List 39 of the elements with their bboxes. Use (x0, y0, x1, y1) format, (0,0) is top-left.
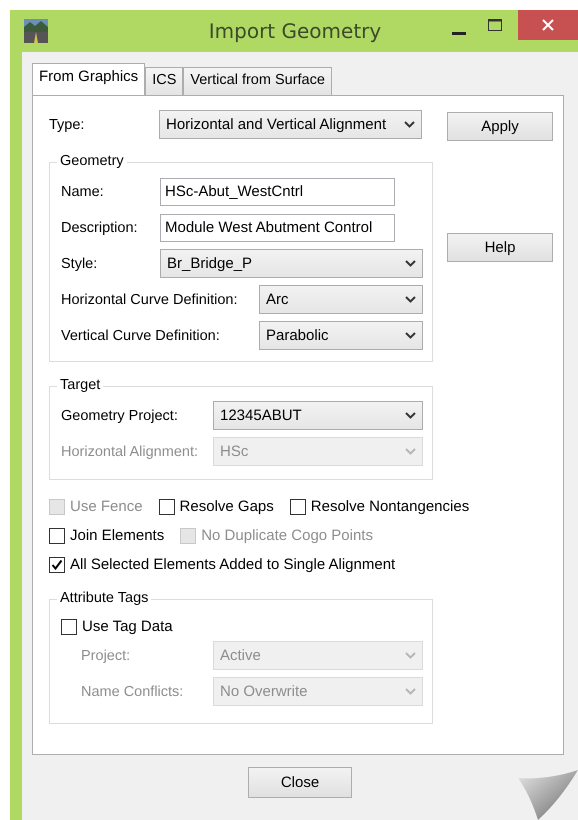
checkbox[interactable]: Resolve Gaps (158, 498, 274, 515)
window-title: Import Geometry (208, 19, 382, 43)
dropdown[interactable]: Arc (259, 285, 423, 314)
text-field[interactable]: Module West Abutment Control (160, 214, 395, 242)
group-title: Geometry (57, 153, 127, 169)
field-label: Horizontal Curve Definition: (61, 292, 238, 308)
dropdown[interactable]: Br_Bridge_P (160, 249, 423, 278)
tab[interactable]: From Graphics (32, 63, 146, 96)
maximize-icon (488, 19, 502, 31)
group-title: Attribute Tags (57, 590, 152, 606)
minimize-icon (452, 32, 466, 34)
field-label: Name Conflicts: (81, 684, 184, 700)
close-button[interactable]: Close (248, 767, 352, 798)
close-icon (542, 19, 554, 31)
help-button[interactable]: Help (447, 233, 553, 262)
road-icon (24, 19, 48, 43)
close-button[interactable] (518, 10, 578, 40)
tab[interactable]: Vertical from Surface (183, 67, 332, 95)
dropdown[interactable]: Horizontal and Vertical Alignment (159, 110, 422, 139)
checkbox[interactable]: All Selected Elements Added to Single Alignment (49, 556, 396, 573)
field-label: Description: (61, 220, 139, 236)
field-label: Name: (61, 184, 105, 200)
field-label: Project: (81, 648, 132, 664)
checkbox[interactable]: Join Elements (49, 527, 164, 544)
field-label: Horizontal Alignment: (61, 444, 200, 460)
text-field[interactable]: HSc-Abut_WestCntrl (160, 178, 395, 206)
field-label: Vertical Curve Definition: (61, 328, 221, 344)
checkbox[interactable]: Use Tag Data (61, 618, 432, 635)
apply-button[interactable]: Apply (447, 112, 553, 141)
page-curl-drawing (518, 770, 578, 820)
field-label: Type: (49, 116, 86, 132)
checkbox[interactable]: Resolve Nontangencies (290, 498, 470, 515)
checkmark-icon (51, 558, 63, 570)
tab[interactable]: ICS (145, 67, 184, 95)
field-label: Geometry Project: (61, 408, 179, 424)
field-label: Style: (61, 256, 98, 272)
dropdown[interactable]: Parabolic (259, 321, 423, 350)
dropdown[interactable]: 12345ABUT (213, 401, 423, 430)
group-title: Target (57, 377, 104, 393)
